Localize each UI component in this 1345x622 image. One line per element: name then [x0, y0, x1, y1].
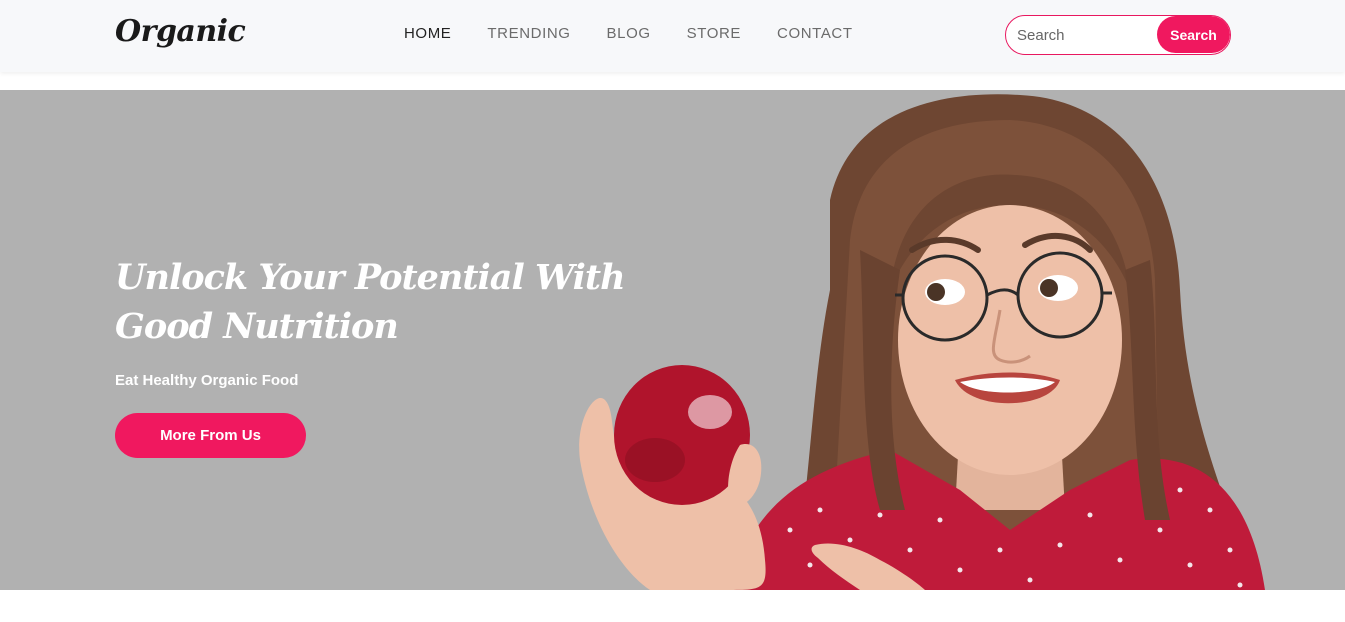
search-form: Search	[1005, 15, 1231, 55]
site-logo[interactable]: Organic	[115, 14, 246, 49]
hero-banner: Unlock Your Potential With Good Nutritio…	[0, 90, 1345, 590]
search-button[interactable]: Search	[1157, 16, 1230, 53]
hero-woman-with-apple-image	[579, 94, 1265, 590]
nav-home[interactable]: HOME	[404, 25, 451, 42]
nav-contact[interactable]: CONTACT	[777, 25, 853, 42]
search-input[interactable]	[1015, 16, 1159, 54]
nav-store[interactable]: STORE	[687, 25, 741, 42]
nav-trending[interactable]: TRENDING	[487, 25, 570, 42]
main-nav: HOME TRENDING BLOG STORE CONTACT	[404, 25, 889, 42]
hero-subtitle: Eat Healthy Organic Food	[115, 372, 299, 389]
more-from-us-button[interactable]: More From Us	[115, 413, 306, 458]
site-header: Organic HOME TRENDING BLOG STORE CONTACT…	[0, 0, 1345, 72]
nav-blog[interactable]: BLOG	[607, 25, 651, 42]
